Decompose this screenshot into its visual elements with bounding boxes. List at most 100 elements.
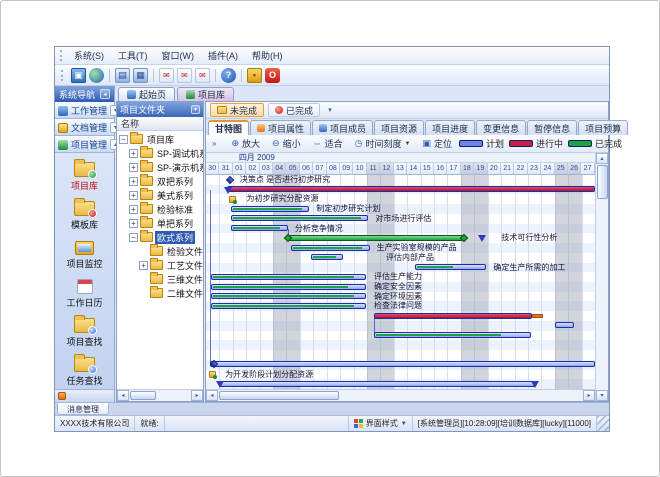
nav-collapse-icon[interactable]: ◂ xyxy=(100,89,110,99)
sidebar-item-任务查找[interactable]: 任务查找 xyxy=(55,351,114,389)
scroll-thumb[interactable] xyxy=(130,391,156,400)
menu-item[interactable]: 插件(A) xyxy=(201,47,245,64)
tab-项目进度[interactable]: 项目进度 xyxy=(425,120,475,135)
globe-icon[interactable] xyxy=(89,68,104,83)
gantt-bar[interactable] xyxy=(311,254,343,260)
expand-icon[interactable]: + xyxy=(129,219,138,228)
power-icon[interactable]: O xyxy=(265,68,280,83)
expand-icon[interactable]: + xyxy=(139,261,148,270)
expand-icon[interactable]: + xyxy=(129,163,138,172)
scroll-thumb[interactable] xyxy=(219,391,339,400)
scroll-up-icon[interactable]: ▴ xyxy=(596,153,608,164)
gantt-bar[interactable] xyxy=(288,235,464,241)
gantt-bar[interactable] xyxy=(374,332,531,338)
nav-group-1[interactable]: 工作管理▾ xyxy=(55,102,114,119)
nav-group-3[interactable]: 项目管理▴ xyxy=(55,136,114,153)
nav-bottom-strip[interactable] xyxy=(55,389,114,402)
expand-icon[interactable]: + xyxy=(129,205,138,214)
gantt-vertical-scrollbar[interactable]: ▴ ▾ xyxy=(595,153,608,401)
tab-变更信息[interactable]: 变更信息 xyxy=(476,120,526,135)
tree-node-工艺文件[interactable]: +工艺文件 xyxy=(117,258,203,272)
folder-open-icon[interactable]: ▤ xyxy=(115,68,130,83)
tab-项目库[interactable]: 项目库 xyxy=(177,87,234,101)
toolbar-grip[interactable] xyxy=(61,70,64,81)
tree-node-美式系列[interactable]: +美式系列 xyxy=(117,188,203,202)
message-manage-tab[interactable]: 消息管理 xyxy=(57,403,109,415)
tree-node-项目库[interactable]: −项目库 xyxy=(117,132,203,146)
gantt-bar[interactable] xyxy=(227,186,595,192)
resource-assignment-icon[interactable] xyxy=(209,371,216,378)
lock-icon[interactable]: ▪ xyxy=(247,68,262,83)
expand-icon[interactable]: + xyxy=(129,191,138,200)
gantt-bar[interactable] xyxy=(231,225,287,231)
gantt-bar[interactable] xyxy=(211,293,365,299)
filter-未完成[interactable]: 未完成 xyxy=(210,103,264,117)
expand-icon[interactable]: + xyxy=(129,149,138,158)
mail-alert-icon[interactable]: ✉ xyxy=(177,68,192,83)
scroll-right-icon[interactable]: ▸ xyxy=(191,390,203,401)
collapse-icon[interactable]: − xyxy=(119,135,128,144)
gantt-bar[interactable] xyxy=(210,361,595,367)
gantt-bar[interactable] xyxy=(219,381,536,387)
menu-item[interactable]: 窗口(W) xyxy=(155,47,202,64)
tab-项目预算[interactable]: 项目预算 xyxy=(578,120,628,135)
tree-node-单把系列[interactable]: +单把系列 xyxy=(117,216,203,230)
folder-chart-icon[interactable]: ▦ xyxy=(133,68,148,83)
放大-button[interactable]: ⊕放大 xyxy=(226,135,265,152)
gantt-bar[interactable] xyxy=(211,303,365,309)
tree-horizontal-scrollbar[interactable]: ◂ ▸ xyxy=(117,389,203,401)
tree-node-双把系列[interactable]: +双把系列 xyxy=(117,174,203,188)
sidebar-item-工作日历[interactable]: 工作日历 xyxy=(55,273,114,312)
tab-项目资源[interactable]: 项目资源 xyxy=(374,120,424,135)
scroll-thumb[interactable] xyxy=(597,165,608,199)
gantt-horizontal-scrollbar[interactable]: ◂ ▸ xyxy=(206,389,595,401)
gantt-bar[interactable] xyxy=(555,322,574,328)
gantt-bar-overrun[interactable] xyxy=(532,314,543,318)
tree-node-SP-演示机系[interactable]: +SP-演示机系 xyxy=(117,160,203,174)
gantt-bar[interactable] xyxy=(231,215,368,221)
sidebar-item-模板库[interactable]: 模板库 xyxy=(55,195,114,234)
scroll-down-icon[interactable]: ▾ xyxy=(596,390,608,401)
tree-node-三维文件[interactable]: 三维文件 xyxy=(117,272,203,286)
tab-甘特图[interactable]: 甘特图 xyxy=(208,120,249,135)
tab-暂停信息[interactable]: 暂停信息 xyxy=(527,120,577,135)
scroll-right-icon[interactable]: ▸ xyxy=(583,390,595,401)
tree-node-检验标准[interactable]: +检验标准 xyxy=(117,202,203,216)
gantt-bar[interactable] xyxy=(374,313,532,319)
scroll-left-icon[interactable]: ◂ xyxy=(206,390,218,401)
menu-item[interactable]: 工具(T) xyxy=(111,47,155,64)
gantt-chart[interactable]: 决策点 是否进行初步研究为初步研究分配资源制定初步研究计划对市场进行评估分析竞争… xyxy=(206,175,595,389)
help-icon[interactable]: ? xyxy=(221,68,236,83)
tree-node-欧式系列[interactable]: −欧式系列 xyxy=(117,230,203,244)
mail-icon[interactable]: ✉ xyxy=(159,68,174,83)
tree-column-header[interactable]: 名称 xyxy=(117,117,203,131)
适合-button[interactable]: ⇔适合 xyxy=(308,135,348,152)
mail-clock-icon[interactable]: ✉ xyxy=(195,68,210,83)
filter-已完成[interactable]: 已完成 xyxy=(268,103,320,117)
tree-node-检验文件[interactable]: 检验文件 xyxy=(117,244,203,258)
computer-icon[interactable]: ▣ xyxy=(71,68,86,83)
menu-item[interactable]: 帮助(H) xyxy=(245,47,290,64)
sidebar-item-项目库[interactable]: 项目库 xyxy=(55,156,114,195)
tree-node-二维文件[interactable]: 二维文件 xyxy=(117,286,203,300)
pin-icon[interactable]: ▾ xyxy=(191,105,200,114)
milestone-triangle[interactable] xyxy=(478,235,486,242)
gantt-bar[interactable] xyxy=(291,245,370,251)
定位-button[interactable]: ▣定位 xyxy=(417,135,457,152)
时间刻度-button[interactable]: ◷时间刻度▼ xyxy=(350,135,416,152)
toolbar-grip[interactable] xyxy=(60,50,63,61)
resize-grip[interactable] xyxy=(597,416,609,431)
scroll-left-icon[interactable]: ◂ xyxy=(117,390,129,401)
resource-assignment-icon[interactable] xyxy=(229,196,236,203)
toolbar-overflow-icon[interactable]: » xyxy=(210,139,218,148)
gantt-bar[interactable] xyxy=(231,206,309,212)
expand-icon[interactable]: + xyxy=(129,177,138,186)
gantt-bar[interactable] xyxy=(211,274,365,280)
缩小-button[interactable]: ⊖缩小 xyxy=(267,135,306,152)
ui-style-dropdown[interactable]: 界面样式 ▼ xyxy=(349,416,413,431)
gantt-bar[interactable] xyxy=(415,264,486,270)
sidebar-item-项目监控[interactable]: 项目监控 xyxy=(55,234,114,273)
gantt-bar[interactable] xyxy=(211,284,365,290)
tree-node-SP-调试机系[interactable]: +SP-调试机系 xyxy=(117,146,203,160)
collapse-icon[interactable]: − xyxy=(129,233,138,242)
